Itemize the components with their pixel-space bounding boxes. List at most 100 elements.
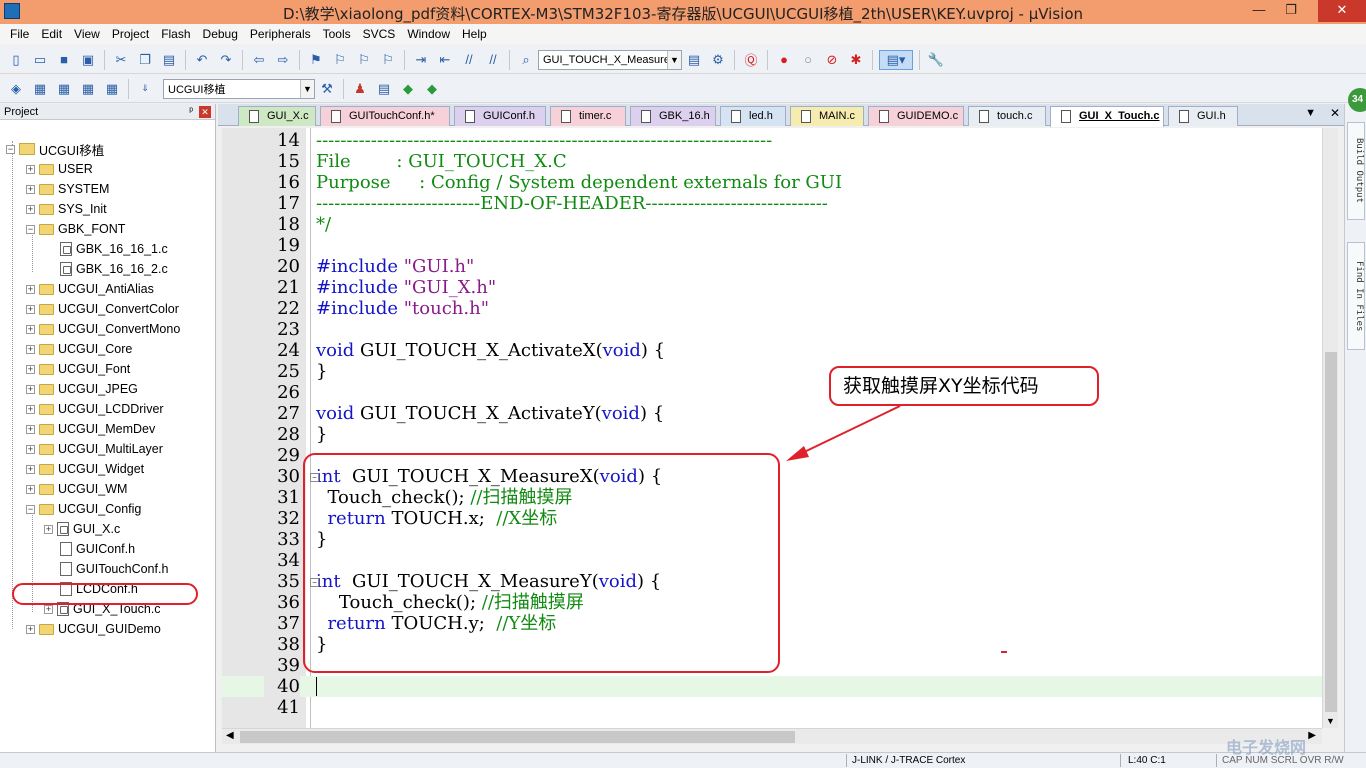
menu-flash[interactable]: Flash [155,24,196,44]
horizontal-scrollbar[interactable]: ◀ ▶ [222,728,1322,744]
window-layout-icon[interactable]: ▤▾ [879,49,913,70]
find-in-files-tab[interactable]: Find In Files [1347,242,1365,350]
tree-group-memdev[interactable]: + UCGUI_MemDev [26,419,155,439]
tab-gui-h[interactable]: GUI.h [1168,106,1238,126]
build-icon[interactable]: ▦ [30,79,50,99]
current-code-line[interactable]: 40 [222,676,1322,697]
tree-group-config[interactable]: − UCGUI_Config [26,499,141,519]
menu-file[interactable]: File [4,24,35,44]
batch-build-icon[interactable]: ▦ [78,79,98,99]
breakpoint-insert-icon[interactable]: ● [774,50,794,70]
tab-guidemo-c[interactable]: GUIDEMO.c [868,106,964,126]
menu-peripherals[interactable]: Peripherals [244,24,317,44]
tab-timer-c[interactable]: timer.c [550,106,626,126]
tab-main-c[interactable]: MAIN.c [790,106,864,126]
find-replace-icon[interactable]: ⚙ [708,50,728,70]
bookmark-clear-icon[interactable]: ⚐ [378,50,398,70]
copy-icon[interactable]: ❐ [135,50,155,70]
tree-file-guitouchconf[interactable]: GUITouchConf.h [60,559,168,579]
horizontal-scroll-thumb[interactable] [240,731,795,743]
close-window-button[interactable]: ✕ [1318,0,1366,22]
tab-touch-c[interactable]: touch.c [968,106,1046,126]
tab-gui-x-c[interactable]: GUI_X.c [238,106,316,126]
scroll-right-icon[interactable]: ▶ [1308,730,1316,741]
tree-group-jpeg[interactable]: + UCGUI_JPEG [26,379,138,399]
expand-icon[interactable]: + [44,524,53,534]
new-file-icon[interactable]: ▯ [6,50,26,70]
collapse-icon[interactable]: − [6,144,15,154]
breakpoint-kill-all-icon[interactable]: ✱ [846,50,866,70]
menu-help[interactable]: Help [456,24,493,44]
redo-icon[interactable]: ↷ [216,50,236,70]
unindent-icon[interactable]: ⇤ [435,50,455,70]
expand-icon[interactable]: + [26,204,35,214]
menu-project[interactable]: Project [106,24,155,44]
tab-led-h[interactable]: led.h [720,106,786,126]
tab-guitouchconf-h[interactable]: GUITouchConf.h* [320,106,450,126]
paste-icon[interactable]: ▤ [159,50,179,70]
scroll-left-icon[interactable]: ◀ [226,730,234,741]
find-in-files-icon[interactable]: ⌕ [516,50,536,70]
expand-icon[interactable]: + [26,464,35,474]
breakpoint-disable-all-icon[interactable]: ⊘ [822,50,842,70]
nav-back-icon[interactable]: ⇦ [249,50,269,70]
menu-debug[interactable]: Debug [197,24,244,44]
bookmark-prev-icon[interactable]: ⚐ [330,50,350,70]
expand-icon[interactable]: + [26,424,35,434]
expand-icon[interactable]: + [44,604,53,614]
rebuild-icon[interactable]: ▦ [54,79,74,99]
comment-icon[interactable]: // [459,50,479,70]
expand-icon[interactable]: + [26,324,35,334]
expand-icon[interactable]: + [26,484,35,494]
tree-group-guidemo[interactable]: + UCGUI_GUIDemo [26,619,161,639]
tree-group-widget[interactable]: + UCGUI_Widget [26,459,144,479]
close-tab-icon[interactable]: ✕ [1330,106,1340,120]
breakpoint-enable-icon[interactable]: ○ [798,50,818,70]
chevron-down-icon[interactable]: ▼ [667,50,681,69]
tree-group-user[interactable]: + USER [26,159,93,179]
configure-wrench-icon[interactable]: 🔧 [926,50,946,70]
run-time-env-icon[interactable]: ◆ [422,79,442,99]
save-all-icon[interactable]: ▣ [78,50,98,70]
menu-view[interactable]: View [68,24,106,44]
tree-group-sys-init[interactable]: + SYS_Init [26,199,107,219]
target-select[interactable]: UCGUI移植 ▼ [163,78,315,99]
stop-build-icon[interactable]: ▦ [102,79,122,99]
cut-icon[interactable]: ✂ [111,50,131,70]
tree-file-gui-x[interactable]: + GUI_X.c [44,519,120,539]
tab-guiconf-h[interactable]: GUIConf.h [454,106,546,126]
bookmark-next-icon[interactable]: ⚐ [354,50,374,70]
tab-list-chevron-icon[interactable]: ▼ [1305,107,1316,119]
tree-group-wm[interactable]: + UCGUI_WM [26,479,127,499]
expand-icon[interactable]: + [26,284,35,294]
menu-edit[interactable]: Edit [35,24,68,44]
expand-icon[interactable]: + [26,344,35,354]
tree-file-gbk-1[interactable]: GBK_16_16_1.c [60,239,168,259]
select-pack-icon[interactable]: ◆ [398,79,418,99]
tree-file-guiconf[interactable]: GUIConf.h [60,539,135,559]
download-load-icon[interactable]: ⇓ [135,79,155,99]
open-file-icon[interactable]: ▭ [30,50,50,70]
tab-gbk-16-h[interactable]: GBK_16.h [630,106,716,126]
translate-icon[interactable]: ◈ [6,79,26,99]
minimize-button[interactable]: — [1244,0,1274,22]
undo-icon[interactable]: ↶ [192,50,212,70]
tree-group-convertmono[interactable]: + UCGUI_ConvertMono [26,319,180,339]
expand-icon[interactable]: + [26,444,35,454]
expand-icon[interactable]: + [26,624,35,634]
close-panel-icon[interactable]: ✕ [199,106,211,118]
tree-file-gbk-2[interactable]: GBK_16_16_2.c [60,259,168,279]
vertical-scrollbar[interactable]: ▼ [1322,128,1338,728]
maximize-button[interactable]: ❐ [1276,0,1306,22]
bookmark-toggle-icon[interactable]: ⚑ [306,50,326,70]
vertical-scroll-thumb[interactable] [1325,352,1337,712]
expand-icon[interactable]: + [26,184,35,194]
incremental-find-icon[interactable]: ▤ [684,50,704,70]
chevron-down-icon[interactable]: ▼ [300,79,314,98]
expand-icon[interactable]: + [26,404,35,414]
collapse-icon[interactable]: − [26,504,35,514]
pin-icon[interactable]: ᵖ [189,104,193,120]
menu-tools[interactable]: Tools [317,24,357,44]
build-output-tab[interactable]: Build Output [1347,122,1365,220]
expand-icon[interactable]: + [26,164,35,174]
